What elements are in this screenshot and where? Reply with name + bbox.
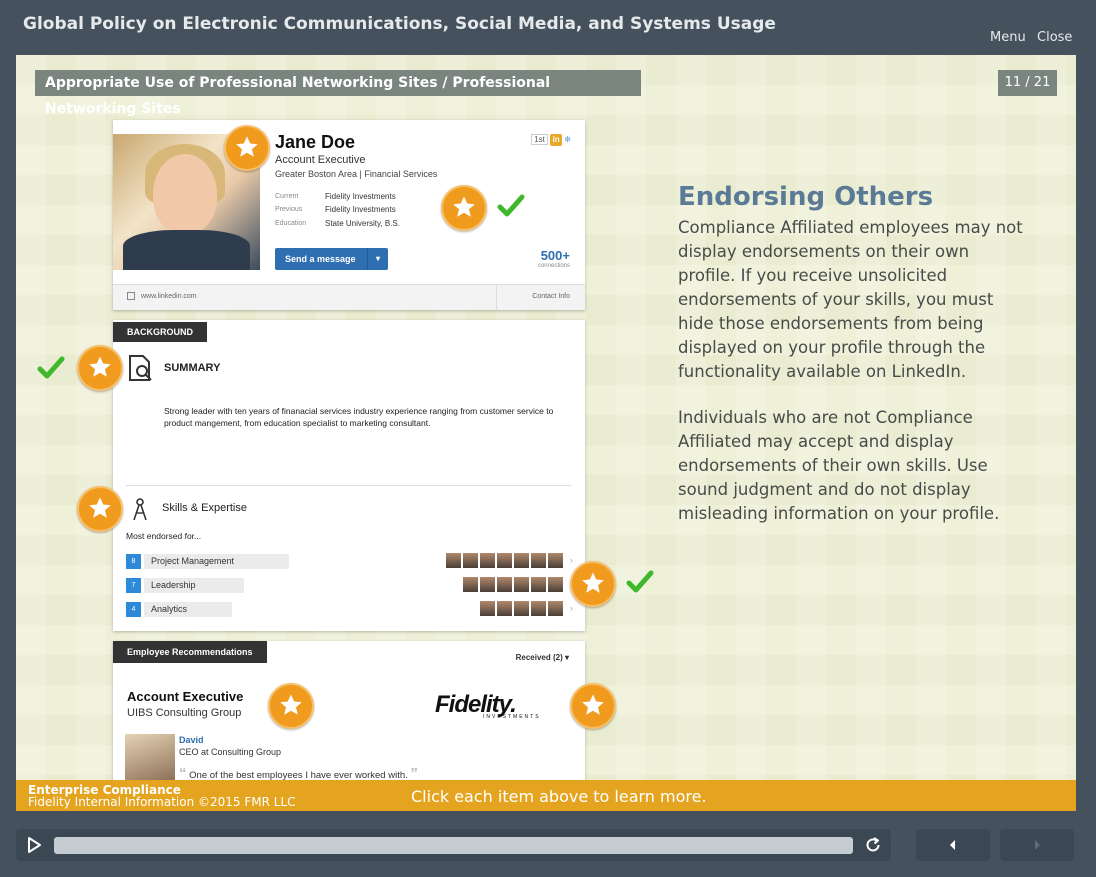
content-paragraph-1: Compliance Affiliated employees may not … [678,218,1023,381]
skill-name: Analytics [144,602,232,617]
chevron-right-icon [1035,840,1040,850]
meta-label-previous: Previous [275,206,303,213]
recommendation-title: Account Executive [127,689,244,704]
instruction-text: Click each item above to learn more. [411,787,707,806]
course-title: Global Policy on Electronic Communicatio… [23,14,776,34]
star-icon [582,694,604,715]
breadcrumb: Appropriate Use of Professional Networki… [35,70,641,117]
check-icon [37,356,65,379]
recommendation-org: UIBS Consulting Group [127,707,242,719]
page-counter: 11 / 21 [998,70,1057,96]
endorser-avatars [461,577,563,594]
star-icon [236,136,258,157]
compass-icon [133,498,147,521]
footer-divider [496,285,497,310]
hotspot-star-profile-details[interactable] [441,185,487,231]
profile-card-footer: www.linkedin.com Contact Info [113,284,585,310]
send-message-label: Send a message [285,254,356,264]
recommender-role: CEO at Consulting Group [179,747,282,757]
recommender-photo [125,734,175,780]
skill-row: 4 Analytics [126,601,246,618]
skill-count: 7 [126,578,141,593]
received-dropdown: Received (2) ▾ [515,653,569,662]
endorser-avatars [478,601,563,618]
fidelity-logo-sub: INVESTMENTS [483,714,541,720]
hotspot-star-company-logo[interactable] [570,683,616,729]
section-divider [126,485,571,486]
background-tag: BACKGROUND [113,322,207,342]
skills-title: Skills & Expertise [162,502,247,514]
skill-name: Leadership [144,578,244,593]
quote-open-icon: “ [179,765,187,780]
check-icon [626,570,654,593]
replay-icon[interactable] [864,836,882,854]
content-heading: Endorsing Others [678,182,934,212]
star-icon [453,196,475,217]
skill-count: 8 [126,554,141,569]
summary-text: Strong leader with ten years of finanaci… [164,406,554,428]
star-icon [280,694,302,715]
menu-button[interactable]: Menu [990,30,1026,45]
profile-role: Account Executive [275,154,366,166]
connections-label: connections [537,263,570,269]
send-message-button: Send a message ▾ [275,248,388,270]
gear-icon: ✻ [564,135,571,144]
summary-icon [129,355,152,381]
background-card: BACKGROUND SUMMARY Strong leader with te… [113,320,585,631]
star-icon [89,356,111,377]
recommendations-card: Employee Recommendations Received (2) ▾ … [113,641,585,780]
content-paragraph-2: Individuals who are not Compliance Affil… [678,408,1000,523]
skill-name: Project Management [144,554,289,569]
check-icon [497,194,525,217]
profile-badges: 1st in ✻ [531,134,571,146]
hotspot-star-endorsements[interactable] [570,561,616,607]
recommender-name: David [179,735,204,745]
hotspot-star-summary[interactable] [77,345,123,391]
recommendation-quote: “ One of the best employees I have ever … [179,765,418,780]
quote-text: One of the best employees I have ever wo… [189,770,408,780]
chevron-right-icon: › [570,555,573,565]
slide-footer: Enterprise Compliance Fidelity Internal … [16,780,1076,811]
next-button[interactable] [1000,829,1074,861]
player-bar [16,829,891,861]
slide-area: Appropriate Use of Professional Networki… [16,55,1076,780]
meta-value-current: Fidelity Investments [325,192,396,201]
profile-location: Greater Boston Area | Financial Services [275,169,438,179]
prev-button[interactable] [916,829,990,861]
most-endorsed-label: Most endorsed for... [126,531,202,541]
meta-label-education: Education [275,220,307,227]
recommendations-tag: Employee Recommendations [113,641,267,663]
top-bar: Global Policy on Electronic Communicatio… [0,0,1096,55]
hotspot-star-recommendation[interactable] [268,683,314,729]
chevron-down-icon: ▾ [367,248,388,270]
skill-row: 8 Project Management [126,553,289,570]
star-icon [582,572,604,593]
connections-count: 500+ [540,248,570,263]
web-icon [127,292,135,300]
site-url: www.linkedin.com [141,293,197,300]
profile-name: Jane Doe [275,132,356,152]
contact-info: Contact Info [532,293,570,300]
meta-label-current: Current [275,193,299,200]
endorser-avatars [444,553,563,570]
progress-bar[interactable] [54,837,853,854]
linkedin-icon: in [550,134,563,146]
summary-title: SUMMARY [164,362,221,374]
hotspot-star-profile-name[interactable] [224,125,270,171]
meta-value-previous: Fidelity Investments [325,205,396,214]
chevron-left-icon [950,840,955,850]
footer-copyright: Fidelity Internal Information ©2015 FMR … [28,795,296,809]
chevron-right-icon: › [570,603,573,613]
degree-badge: 1st [531,134,548,145]
play-button[interactable] [24,836,44,854]
close-button[interactable]: Close [1037,30,1072,45]
skill-count: 4 [126,602,141,617]
meta-value-education: State University, B.S. [325,219,400,228]
star-icon [89,497,111,518]
quote-close-icon: ” [410,765,418,780]
hotspot-star-skills[interactable] [77,486,123,532]
skill-row: 7 Leadership [126,577,256,594]
